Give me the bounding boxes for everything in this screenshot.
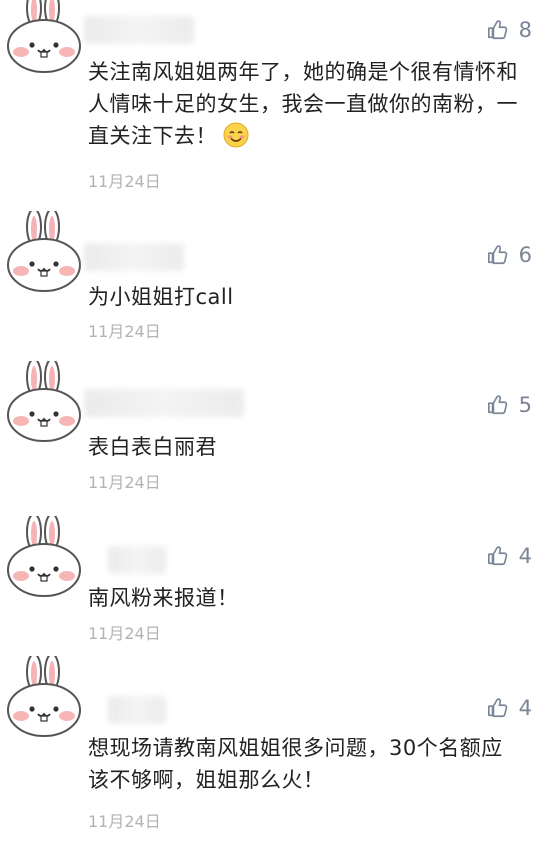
like-count: 4 xyxy=(518,696,532,720)
thumbs-up-icon xyxy=(487,698,507,718)
like-count: 6 xyxy=(518,243,532,267)
comment-item: 6 为小姐姐打call 11月24日 xyxy=(0,205,554,345)
blurred-username[interactable] xyxy=(84,389,244,417)
smiling-face-emoji xyxy=(223,122,249,148)
like-count: 5 xyxy=(518,393,532,417)
comment-text: 为小姐姐打call xyxy=(88,285,234,309)
comment-text: 关注南风姐姐两年了，她的确是个很有情怀和人情味十足的女生，我会一直做你的南粉，一… xyxy=(88,60,518,148)
like-button[interactable]: 4 xyxy=(487,696,532,720)
like-count: 8 xyxy=(518,18,532,42)
comment-date: 11月24日 xyxy=(88,172,161,191)
comment-text: 表白表白丽君 xyxy=(88,435,217,459)
bunny-avatar-icon[interactable] xyxy=(3,656,85,738)
comment-item: 4 南风粉来报道！ 11月24日 xyxy=(0,508,554,648)
comment-date: 11月24日 xyxy=(88,624,161,643)
bunny-avatar-icon[interactable] xyxy=(3,0,85,74)
like-button[interactable]: 6 xyxy=(487,243,532,267)
thumbs-up-icon xyxy=(487,395,507,415)
like-button[interactable]: 5 xyxy=(487,393,532,417)
comment-item: 5 表白表白丽君 11月24日 xyxy=(0,355,554,495)
comment-date: 11月24日 xyxy=(88,322,161,341)
comment-text: 想现场请教南风姐姐很多问题，30个名额应该不够啊，姐姐那么火！ xyxy=(88,736,503,792)
comment-item: 4 想现场请教南风姐姐很多问题，30个名额应该不够啊，姐姐那么火！ 11月24日 xyxy=(0,650,554,850)
blurred-username[interactable] xyxy=(84,16,194,44)
blurred-username[interactable] xyxy=(108,546,166,574)
blurred-username[interactable] xyxy=(84,243,184,271)
like-count: 4 xyxy=(518,544,532,568)
comment-item: 8 关注南风姐姐两年了，她的确是个很有情怀和人情味十足的女生，我会一直做你的南粉… xyxy=(0,0,554,200)
like-button[interactable]: 8 xyxy=(487,18,532,42)
blurred-username[interactable] xyxy=(108,696,166,724)
like-button[interactable]: 4 xyxy=(487,544,532,568)
bunny-avatar-icon[interactable] xyxy=(3,211,85,293)
thumbs-up-icon xyxy=(487,245,507,265)
thumbs-up-icon xyxy=(487,546,507,566)
comment-date: 11月24日 xyxy=(88,473,161,492)
bunny-avatar-icon[interactable] xyxy=(3,361,85,443)
comment-date: 11月24日 xyxy=(88,812,161,831)
comment-text: 南风粉来报道！ xyxy=(88,586,239,610)
thumbs-up-icon xyxy=(487,20,507,40)
bunny-avatar-icon[interactable] xyxy=(3,516,85,598)
